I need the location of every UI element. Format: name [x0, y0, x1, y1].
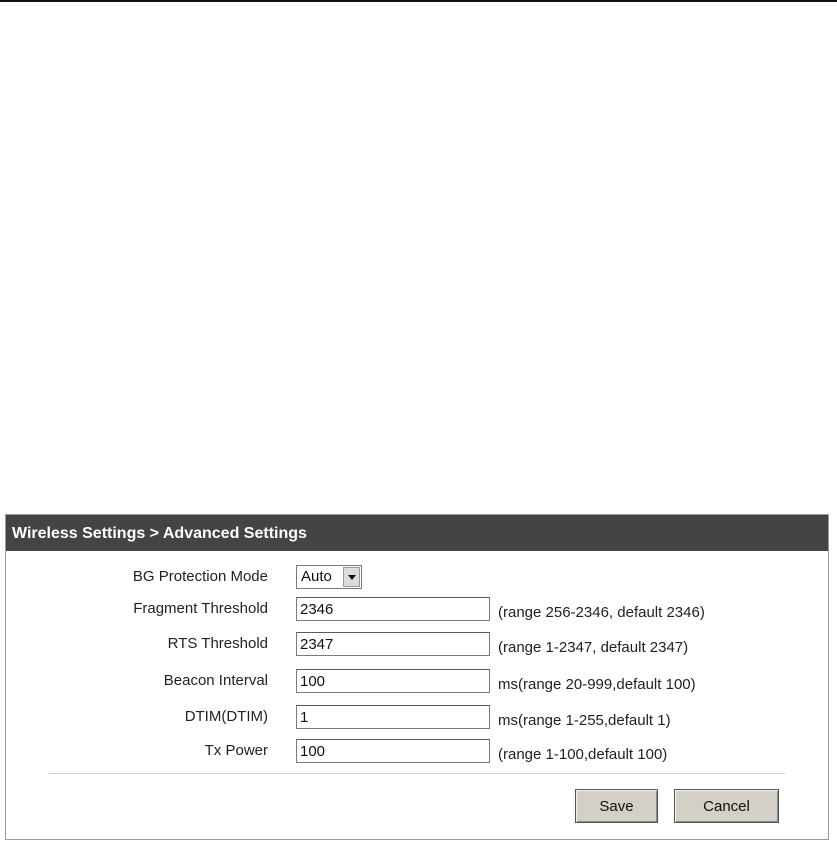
bg-protection-value: Auto: [301, 568, 332, 585]
dtim-row: DTIM(DTIM) ms(range 1-255,default 1): [6, 703, 828, 731]
rts-threshold-label: RTS Threshold: [167, 635, 268, 652]
tx-power-row: Tx Power (range 1-100,default 100): [6, 737, 828, 765]
beacon-interval-label: Beacon Interval: [163, 672, 268, 689]
rts-threshold-hint: (range 1-2347, default 2347): [498, 639, 689, 656]
dtim-label: DTIM(DTIM): [184, 708, 268, 725]
fragment-threshold-input[interactable]: [296, 597, 490, 621]
advanced-settings-panel: Wireless Settings > Advanced Settings BG…: [5, 514, 829, 840]
tx-power-input[interactable]: [296, 739, 490, 763]
fragment-threshold-row: Fragment Threshold (range 256-2346, defa…: [6, 595, 828, 623]
rts-threshold-input[interactable]: [296, 632, 490, 656]
fragment-threshold-hint: (range 256-2346, default 2346): [498, 604, 705, 621]
cancel-button[interactable]: Cancel: [674, 789, 779, 823]
top-border: [0, 0, 837, 2]
dtim-input[interactable]: [296, 705, 490, 729]
dtim-hint: ms(range 1-255,default 1): [498, 712, 671, 729]
panel-title: Wireless Settings > Advanced Settings: [6, 515, 828, 551]
bg-protection-select[interactable]: Auto: [296, 565, 362, 589]
beacon-interval-input[interactable]: [296, 669, 490, 693]
save-button[interactable]: Save: [575, 789, 658, 823]
beacon-interval-hint: ms(range 20-999,default 100): [498, 676, 696, 693]
divider: [49, 773, 785, 774]
rts-threshold-row: RTS Threshold (range 1-2347, default 234…: [6, 630, 828, 658]
bg-protection-label: BG Protection Mode: [132, 568, 268, 585]
tx-power-label: Tx Power: [204, 742, 268, 759]
fragment-threshold-label: Fragment Threshold: [133, 600, 268, 617]
beacon-interval-row: Beacon Interval ms(range 20-999,default …: [6, 667, 828, 695]
bg-protection-row: BG Protection Mode Auto: [6, 563, 828, 591]
chevron-down-icon[interactable]: [343, 567, 360, 587]
tx-power-hint: (range 1-100,default 100): [498, 746, 668, 763]
